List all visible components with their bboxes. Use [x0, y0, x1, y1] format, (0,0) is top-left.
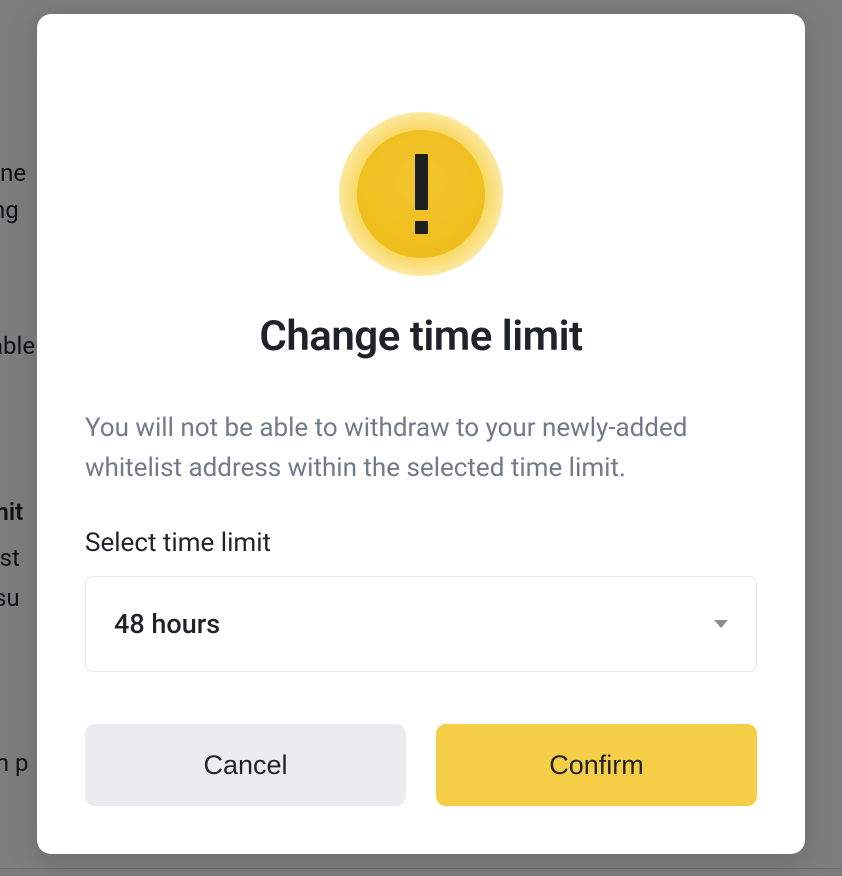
chevron-down-icon — [714, 620, 728, 628]
confirm-button[interactable]: Confirm — [436, 724, 757, 806]
time-limit-value: 48 hours — [114, 608, 220, 640]
modal-title: Change time limit — [85, 312, 757, 361]
modal-description: You will not be able to withdraw to your… — [85, 409, 757, 488]
modal-actions: Cancel Confirm — [85, 724, 757, 806]
time-limit-select[interactable]: 48 hours — [85, 576, 757, 672]
cancel-button[interactable]: Cancel — [85, 724, 406, 806]
time-limit-label: Select time limit — [85, 528, 757, 558]
change-time-limit-modal: Change time limit You will not be able t… — [37, 14, 805, 854]
warning-icon — [339, 112, 503, 276]
